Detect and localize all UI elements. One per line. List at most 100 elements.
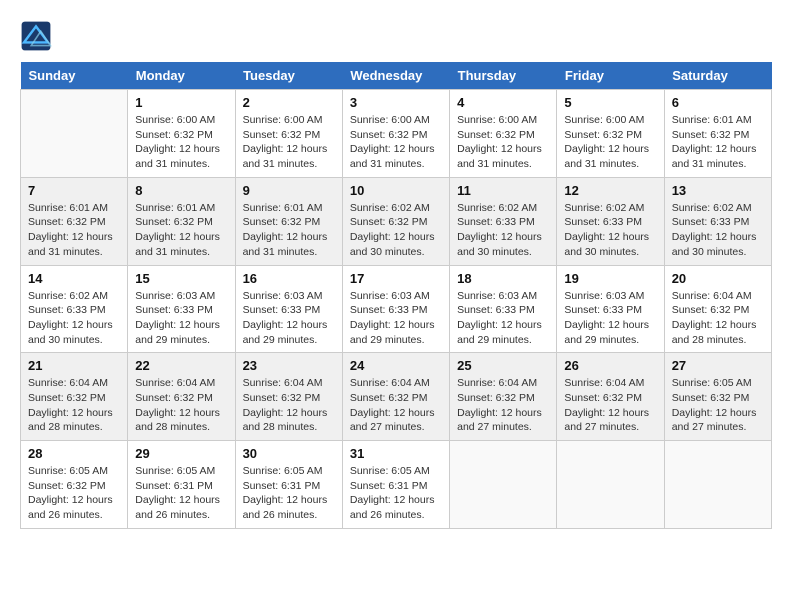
day-info: Sunrise: 6:00 AM Sunset: 6:32 PM Dayligh… — [243, 113, 335, 172]
day-info: Sunrise: 6:04 AM Sunset: 6:32 PM Dayligh… — [672, 289, 764, 348]
day-number: 21 — [28, 358, 120, 373]
day-number: 7 — [28, 183, 120, 198]
day-number: 29 — [135, 446, 227, 461]
day-cell: 5 Sunrise: 6:00 AM Sunset: 6:32 PM Daylig… — [557, 90, 664, 178]
day-cell: 13Sunrise: 6:02 AM Sunset: 6:33 PM Dayli… — [664, 177, 771, 265]
day-info: Sunrise: 6:05 AM Sunset: 6:32 PM Dayligh… — [28, 464, 120, 523]
day-number: 23 — [243, 358, 335, 373]
day-number: 31 — [350, 446, 442, 461]
day-number: 30 — [243, 446, 335, 461]
col-header-sunday: Sunday — [21, 62, 128, 90]
day-info: Sunrise: 6:04 AM Sunset: 6:32 PM Dayligh… — [457, 376, 549, 435]
day-number: 13 — [672, 183, 764, 198]
logo-icon — [20, 20, 52, 52]
day-number: 5 — [564, 95, 656, 110]
day-number: 22 — [135, 358, 227, 373]
day-number: 11 — [457, 183, 549, 198]
day-number: 10 — [350, 183, 442, 198]
day-cell: 3 Sunrise: 6:00 AM Sunset: 6:32 PM Daylig… — [342, 90, 449, 178]
week-row-5: 28 Sunrise: 6:05 AM Sunset: 6:32 PM Dayli… — [21, 441, 772, 529]
day-cell: 21 Sunrise: 6:04 AM Sunset: 6:32 PM Dayli… — [21, 353, 128, 441]
day-number: 16 — [243, 271, 335, 286]
day-info: Sunrise: 6:04 AM Sunset: 6:32 PM Dayligh… — [564, 376, 656, 435]
day-number: 27 — [672, 358, 764, 373]
day-cell: 23Sunrise: 6:04 AM Sunset: 6:32 PM Dayli… — [235, 353, 342, 441]
day-info: Sunrise: 6:00 AM Sunset: 6:32 PM Dayligh… — [350, 113, 442, 172]
day-cell: 17 Sunrise: 6:03 AM Sunset: 6:33 PM Dayli… — [342, 265, 449, 353]
day-cell: 24 Sunrise: 6:04 AM Sunset: 6:32 PM Dayli… — [342, 353, 449, 441]
day-info: Sunrise: 6:00 AM Sunset: 6:32 PM Dayligh… — [564, 113, 656, 172]
day-number: 15 — [135, 271, 227, 286]
day-cell: 30 Sunrise: 6:05 AM Sunset: 6:31 PM Dayli… — [235, 441, 342, 529]
day-number: 14 — [28, 271, 120, 286]
day-cell: 25 Sunrise: 6:04 AM Sunset: 6:32 PM Dayli… — [450, 353, 557, 441]
day-info: Sunrise: 6:03 AM Sunset: 6:33 PM Dayligh… — [457, 289, 549, 348]
day-number: 26 — [564, 358, 656, 373]
day-cell: 12 Sunrise: 6:02 AM Sunset: 6:33 PM Dayli… — [557, 177, 664, 265]
week-row-1: 1 Sunrise: 6:00 AM Sunset: 6:32 PM Daylig… — [21, 90, 772, 178]
day-number: 6 — [672, 95, 764, 110]
col-header-saturday: Saturday — [664, 62, 771, 90]
week-row-2: 7 Sunrise: 6:01 AM Sunset: 6:32 PM Daylig… — [21, 177, 772, 265]
day-number: 24 — [350, 358, 442, 373]
day-cell: 8 Sunrise: 6:01 AM Sunset: 6:32 PM Daylig… — [128, 177, 235, 265]
day-info: Sunrise: 6:04 AM Sunset: 6:32 PM Dayligh… — [135, 376, 227, 435]
day-number: 25 — [457, 358, 549, 373]
day-info: Sunrise: 6:05 AM Sunset: 6:31 PM Dayligh… — [135, 464, 227, 523]
day-number: 18 — [457, 271, 549, 286]
day-info: Sunrise: 6:02 AM Sunset: 6:32 PM Dayligh… — [350, 201, 442, 260]
day-info: Sunrise: 6:02 AM Sunset: 6:33 PM Dayligh… — [564, 201, 656, 260]
day-info: Sunrise: 6:03 AM Sunset: 6:33 PM Dayligh… — [135, 289, 227, 348]
day-cell: 29 Sunrise: 6:05 AM Sunset: 6:31 PM Dayli… — [128, 441, 235, 529]
day-number: 20 — [672, 271, 764, 286]
day-info: Sunrise: 6:00 AM Sunset: 6:32 PM Dayligh… — [457, 113, 549, 172]
logo — [20, 20, 56, 52]
day-info: Sunrise: 6:05 AM Sunset: 6:31 PM Dayligh… — [243, 464, 335, 523]
day-cell — [450, 441, 557, 529]
day-info: Sunrise: 6:00 AM Sunset: 6:32 PM Dayligh… — [135, 113, 227, 172]
day-cell: 18 Sunrise: 6:03 AM Sunset: 6:33 PM Dayli… — [450, 265, 557, 353]
day-number: 8 — [135, 183, 227, 198]
day-number: 9 — [243, 183, 335, 198]
day-info: Sunrise: 6:03 AM Sunset: 6:33 PM Dayligh… — [350, 289, 442, 348]
day-number: 12 — [564, 183, 656, 198]
day-info: Sunrise: 6:04 AM Sunset: 6:32 PM Dayligh… — [28, 376, 120, 435]
day-cell: 27 Sunrise: 6:05 AM Sunset: 6:32 PM Dayli… — [664, 353, 771, 441]
day-info: Sunrise: 6:05 AM Sunset: 6:32 PM Dayligh… — [672, 376, 764, 435]
day-cell: 14 Sunrise: 6:02 AM Sunset: 6:33 PM Dayli… — [21, 265, 128, 353]
day-number: 28 — [28, 446, 120, 461]
column-headers: SundayMondayTuesdayWednesdayThursdayFrid… — [21, 62, 772, 90]
day-info: Sunrise: 6:01 AM Sunset: 6:32 PM Dayligh… — [135, 201, 227, 260]
col-header-friday: Friday — [557, 62, 664, 90]
day-number: 3 — [350, 95, 442, 110]
col-header-monday: Monday — [128, 62, 235, 90]
col-header-wednesday: Wednesday — [342, 62, 449, 90]
header — [20, 20, 772, 52]
day-info: Sunrise: 6:04 AM Sunset: 6:32 PM Dayligh… — [350, 376, 442, 435]
day-cell: 9 Sunrise: 6:01 AM Sunset: 6:32 PM Daylig… — [235, 177, 342, 265]
day-cell: 2 Sunrise: 6:00 AM Sunset: 6:32 PM Daylig… — [235, 90, 342, 178]
day-cell: 4Sunrise: 6:00 AM Sunset: 6:32 PM Daylig… — [450, 90, 557, 178]
day-info: Sunrise: 6:03 AM Sunset: 6:33 PM Dayligh… — [243, 289, 335, 348]
day-cell: 16 Sunrise: 6:03 AM Sunset: 6:33 PM Dayli… — [235, 265, 342, 353]
day-cell: 31Sunrise: 6:05 AM Sunset: 6:31 PM Dayli… — [342, 441, 449, 529]
day-info: Sunrise: 6:01 AM Sunset: 6:32 PM Dayligh… — [672, 113, 764, 172]
day-info: Sunrise: 6:01 AM Sunset: 6:32 PM Dayligh… — [28, 201, 120, 260]
day-cell: 1 Sunrise: 6:00 AM Sunset: 6:32 PM Daylig… — [128, 90, 235, 178]
week-row-3: 14 Sunrise: 6:02 AM Sunset: 6:33 PM Dayli… — [21, 265, 772, 353]
day-cell: 7 Sunrise: 6:01 AM Sunset: 6:32 PM Daylig… — [21, 177, 128, 265]
day-number: 19 — [564, 271, 656, 286]
day-cell: 28 Sunrise: 6:05 AM Sunset: 6:32 PM Dayli… — [21, 441, 128, 529]
day-number: 2 — [243, 95, 335, 110]
day-cell — [664, 441, 771, 529]
day-info: Sunrise: 6:01 AM Sunset: 6:32 PM Dayligh… — [243, 201, 335, 260]
day-number: 17 — [350, 271, 442, 286]
col-header-tuesday: Tuesday — [235, 62, 342, 90]
day-cell: 26 Sunrise: 6:04 AM Sunset: 6:32 PM Dayli… — [557, 353, 664, 441]
day-cell — [21, 90, 128, 178]
day-cell: 6 Sunrise: 6:01 AM Sunset: 6:32 PM Daylig… — [664, 90, 771, 178]
col-header-thursday: Thursday — [450, 62, 557, 90]
day-cell: 20 Sunrise: 6:04 AM Sunset: 6:32 PM Dayli… — [664, 265, 771, 353]
day-info: Sunrise: 6:02 AM Sunset: 6:33 PM Dayligh… — [28, 289, 120, 348]
day-number: 1 — [135, 95, 227, 110]
